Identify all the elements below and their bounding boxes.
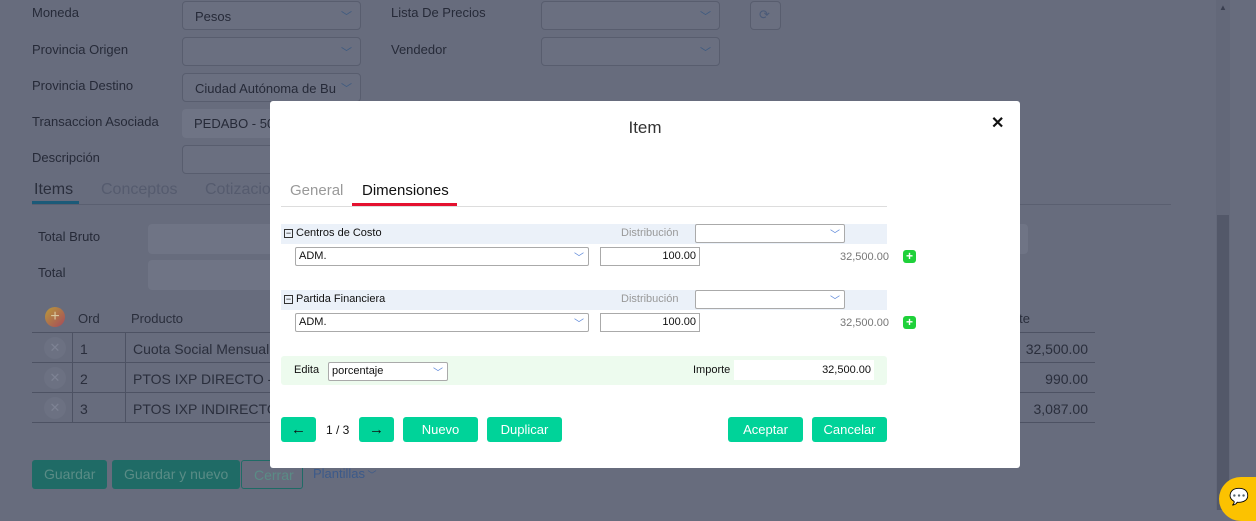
amount-text: 32,500.00	[840, 251, 889, 263]
centro-costo-select[interactable]: ADM. ﹀	[295, 247, 589, 266]
chevron-down-icon: ﹀	[830, 230, 840, 241]
section-title: Partida Financiera	[296, 293, 386, 305]
refresh-icon: ⟳	[759, 7, 770, 22]
importe-label: Importe	[693, 364, 731, 376]
refresh-button[interactable]: ⟳	[750, 1, 781, 30]
centro-costo-value: ADM.	[299, 250, 327, 262]
add-row-icon[interactable]: +	[903, 250, 916, 263]
chevron-down-icon: ﹀	[341, 47, 352, 59]
tab-items[interactable]: Items	[34, 181, 73, 199]
transaccion-value: PEDABO - 50	[194, 116, 275, 131]
modal-title: Item	[628, 118, 662, 137]
moneda-select[interactable]: Pesos ﹀	[182, 1, 361, 30]
arrow-left-icon: ←	[291, 421, 306, 438]
moneda-label: Moneda	[32, 5, 79, 20]
transaccion-label: Transaccion Asociada	[32, 114, 159, 129]
chevron-down-icon: ﹀	[574, 319, 584, 330]
tab-dimensiones[interactable]: Dimensiones	[362, 182, 449, 199]
row-importe: 990.00	[1045, 371, 1088, 387]
distribucion-label: Distribución	[621, 227, 679, 239]
provincia-origen-label: Provincia Origen	[32, 42, 129, 57]
tab-cotizacion[interactable]: Cotizacio	[205, 181, 271, 199]
provincia-destino-select[interactable]: Ciudad Autónoma de Bu ﹀	[182, 73, 361, 102]
chevron-down-icon: ﹀	[574, 253, 584, 264]
tab-conceptos[interactable]: Conceptos	[101, 181, 178, 199]
row-ord: 2	[80, 371, 88, 387]
row-producto: Cuota Social Mensual	[133, 341, 270, 357]
row-importe: 32,500.00	[1025, 341, 1088, 357]
add-row-icon[interactable]: +	[903, 316, 916, 329]
collapse-icon[interactable]: −	[284, 229, 293, 238]
provincia-destino-label: Provincia Destino	[32, 78, 134, 93]
distribucion-select[interactable]: ﹀	[695, 224, 845, 243]
next-button[interactable]: →	[359, 417, 394, 442]
chevron-down-icon: ﹀	[700, 11, 711, 23]
edita-select[interactable]: porcentaje ﹀	[328, 362, 448, 381]
duplicar-button[interactable]: Duplicar	[487, 417, 562, 442]
row-ord: 1	[80, 341, 88, 357]
partida-select[interactable]: ADM. ﹀	[295, 313, 589, 332]
guardar-y-nuevo-button[interactable]: Guardar y nuevo	[112, 460, 241, 489]
descripcion-input[interactable]	[182, 145, 282, 174]
distribucion-select[interactable]: ﹀	[695, 290, 845, 309]
plantillas-label: Plantillas	[313, 466, 366, 481]
row-producto: PTOS IXP DIRECTO - ...	[133, 371, 288, 387]
plantillas-dropdown[interactable]: Plantillas ﹀	[313, 466, 377, 481]
chevron-down-icon: ﹀	[341, 83, 352, 95]
plus-icon: +	[50, 308, 60, 325]
header-producto: Producto	[131, 311, 184, 326]
edita-label: Edita	[294, 364, 320, 376]
edita-panel: Edita porcentaje ﹀ Importe 32,500.00	[281, 356, 887, 385]
nuevo-button[interactable]: Nuevo	[403, 417, 478, 442]
add-item-button[interactable]: +	[45, 307, 65, 327]
pager-text: 1 / 3	[326, 423, 350, 437]
amount-text: 32,500.00	[840, 317, 889, 329]
row-producto: PTOS IXP INDIRECTO...	[133, 401, 290, 417]
delete-row-icon[interactable]: ✕	[44, 337, 66, 359]
descripcion-label: Descripción	[32, 150, 100, 165]
prev-button[interactable]: ←	[281, 417, 316, 442]
header-ord: Ord	[78, 311, 100, 326]
chat-bubble-icon: 💬	[1229, 489, 1249, 506]
total-label: Total	[38, 265, 66, 280]
row-importe: 3,087.00	[1033, 401, 1089, 417]
moneda-value: Pesos	[195, 9, 232, 24]
scroll-up-icon[interactable]: ▲	[1219, 3, 1227, 12]
transaccion-field[interactable]: PEDABO - 50	[182, 109, 282, 138]
chevron-down-icon: ﹀	[433, 368, 443, 379]
arrow-right-icon: →	[369, 421, 384, 438]
delete-row-icon[interactable]: ✕	[44, 367, 66, 389]
percent-input[interactable]: 100.00	[600, 313, 700, 332]
scrollbar-thumb[interactable]	[1217, 215, 1229, 510]
total-field	[148, 260, 278, 290]
row-ord: 3	[80, 401, 88, 417]
cancelar-button[interactable]: Cancelar	[812, 417, 887, 442]
chevron-down-icon: ﹀	[700, 47, 711, 59]
chat-button[interactable]: 💬	[1219, 477, 1256, 521]
chevron-down-icon: ﹀	[365, 470, 377, 480]
importe-input[interactable]: 32,500.00	[734, 360, 874, 380]
vendedor-select[interactable]: ﹀	[541, 37, 720, 66]
edita-value: porcentaje	[332, 365, 384, 377]
chevron-down-icon: ﹀	[830, 296, 840, 307]
partida-value: ADM.	[299, 316, 327, 328]
item-modal: Item ✕ General Dimensiones − Centros de C…	[270, 101, 1020, 468]
lista-precios-label: Lista De Precios	[391, 5, 486, 20]
close-icon[interactable]: ✕	[991, 113, 1004, 133]
lista-precios-select[interactable]: ﹀	[541, 1, 720, 30]
provincia-origen-select[interactable]: ﹀	[182, 37, 361, 66]
percent-input[interactable]: 100.00	[600, 247, 700, 266]
tab-general[interactable]: General	[290, 182, 343, 199]
distribucion-label: Distribución	[621, 293, 679, 305]
total-bruto-label: Total Bruto	[38, 229, 101, 244]
aceptar-button[interactable]: Aceptar	[728, 417, 803, 442]
vendedor-label: Vendedor	[391, 42, 447, 57]
collapse-icon[interactable]: −	[284, 295, 293, 304]
provincia-destino-value: Ciudad Autónoma de Bu	[195, 81, 336, 96]
delete-row-icon[interactable]: ✕	[44, 397, 66, 419]
chevron-down-icon: ﹀	[341, 11, 352, 23]
scrollbar[interactable]: ▲	[1216, 0, 1230, 510]
section-title: Centros de Costo	[296, 227, 382, 239]
guardar-button[interactable]: Guardar	[32, 460, 108, 489]
